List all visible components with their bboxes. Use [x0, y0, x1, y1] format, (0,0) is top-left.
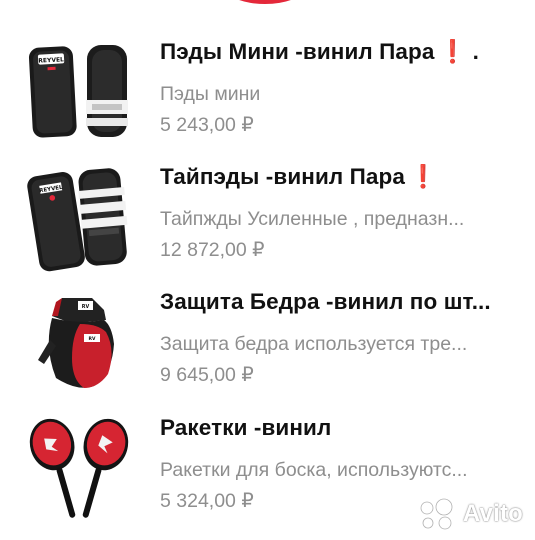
avito-logo-icon [420, 498, 453, 530]
top-badge-fragment [227, 0, 303, 4]
product-image[interactable]: REYVEL [22, 38, 134, 150]
product-price: 9 645,00 ₽ [160, 364, 254, 386]
thigh-guard-image: RV RV [38, 298, 114, 388]
product-image[interactable] [22, 414, 134, 526]
product-card-pads-mini[interactable]: REYVEL Пэды Мини -винил Пара ❗. Пэды мини… [0, 38, 535, 162]
product-title[interactable]: Ракетки -винил [160, 414, 520, 442]
svg-text:RV: RV [82, 304, 90, 310]
exclamation-icon: ❗ [438, 39, 467, 64]
product-description: Пэды мини [160, 83, 261, 105]
product-price: 5 243,00 ₽ [160, 114, 254, 136]
product-title[interactable]: Защита Бедра -винил по шт... [160, 288, 520, 316]
avito-watermark: Avito [417, 498, 523, 530]
svg-text:REYVEL: REYVEL [38, 56, 64, 64]
exclamation-icon: ❗ [408, 164, 438, 189]
product-price: 12 872,00 ₽ [160, 239, 265, 261]
svg-text:RV: RV [89, 336, 96, 342]
product-title[interactable]: Тайпэды -винил Пара ❗ [160, 163, 520, 191]
avito-watermark-text: Avito [462, 500, 523, 527]
thai-pads-image: REYVEL [27, 168, 128, 272]
product-description: Защита бедра используется тре... [160, 333, 468, 355]
product-title-text: Тайпэды -винил Пара [160, 164, 405, 189]
product-card-thigh-guard[interactable]: RV RV Защита Бедра -винил по шт... Защит… [0, 288, 535, 412]
product-title-text: Пэды Мини -винил Пара [160, 39, 435, 64]
product-title[interactable]: Пэды Мини -винил Пара ❗. [160, 38, 520, 66]
product-image[interactable]: RV RV [22, 288, 134, 400]
product-description: Ракетки для боска, используютс... [160, 459, 468, 481]
product-image[interactable]: REYVEL [22, 163, 134, 275]
paddles-image [29, 418, 129, 518]
product-title-trailing: . [472, 39, 479, 64]
product-description: Тайпжды Усиленные , предназн... [160, 208, 465, 230]
product-card-thai-pads[interactable]: REYVEL Тайпэды -винил Пара ❗ Тайпжды Усил… [0, 163, 535, 287]
pads-mini-image: REYVEL [28, 45, 128, 138]
product-list-page: REYVEL Пэды Мини -винил Пара ❗. Пэды мини… [0, 0, 535, 540]
